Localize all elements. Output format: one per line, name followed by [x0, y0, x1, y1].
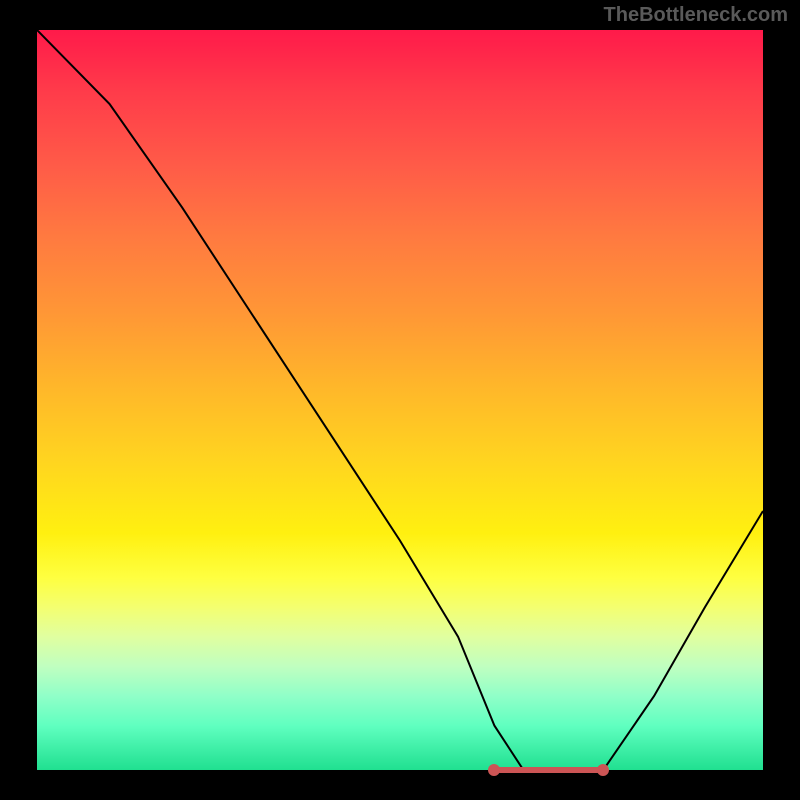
curve-line	[37, 30, 763, 770]
watermark: TheBottleneck.com	[604, 4, 788, 27]
highlight-segment	[494, 767, 603, 773]
highlight-start-marker	[488, 764, 500, 776]
highlight-end-marker	[597, 764, 609, 776]
chart-plot-area	[37, 30, 763, 770]
